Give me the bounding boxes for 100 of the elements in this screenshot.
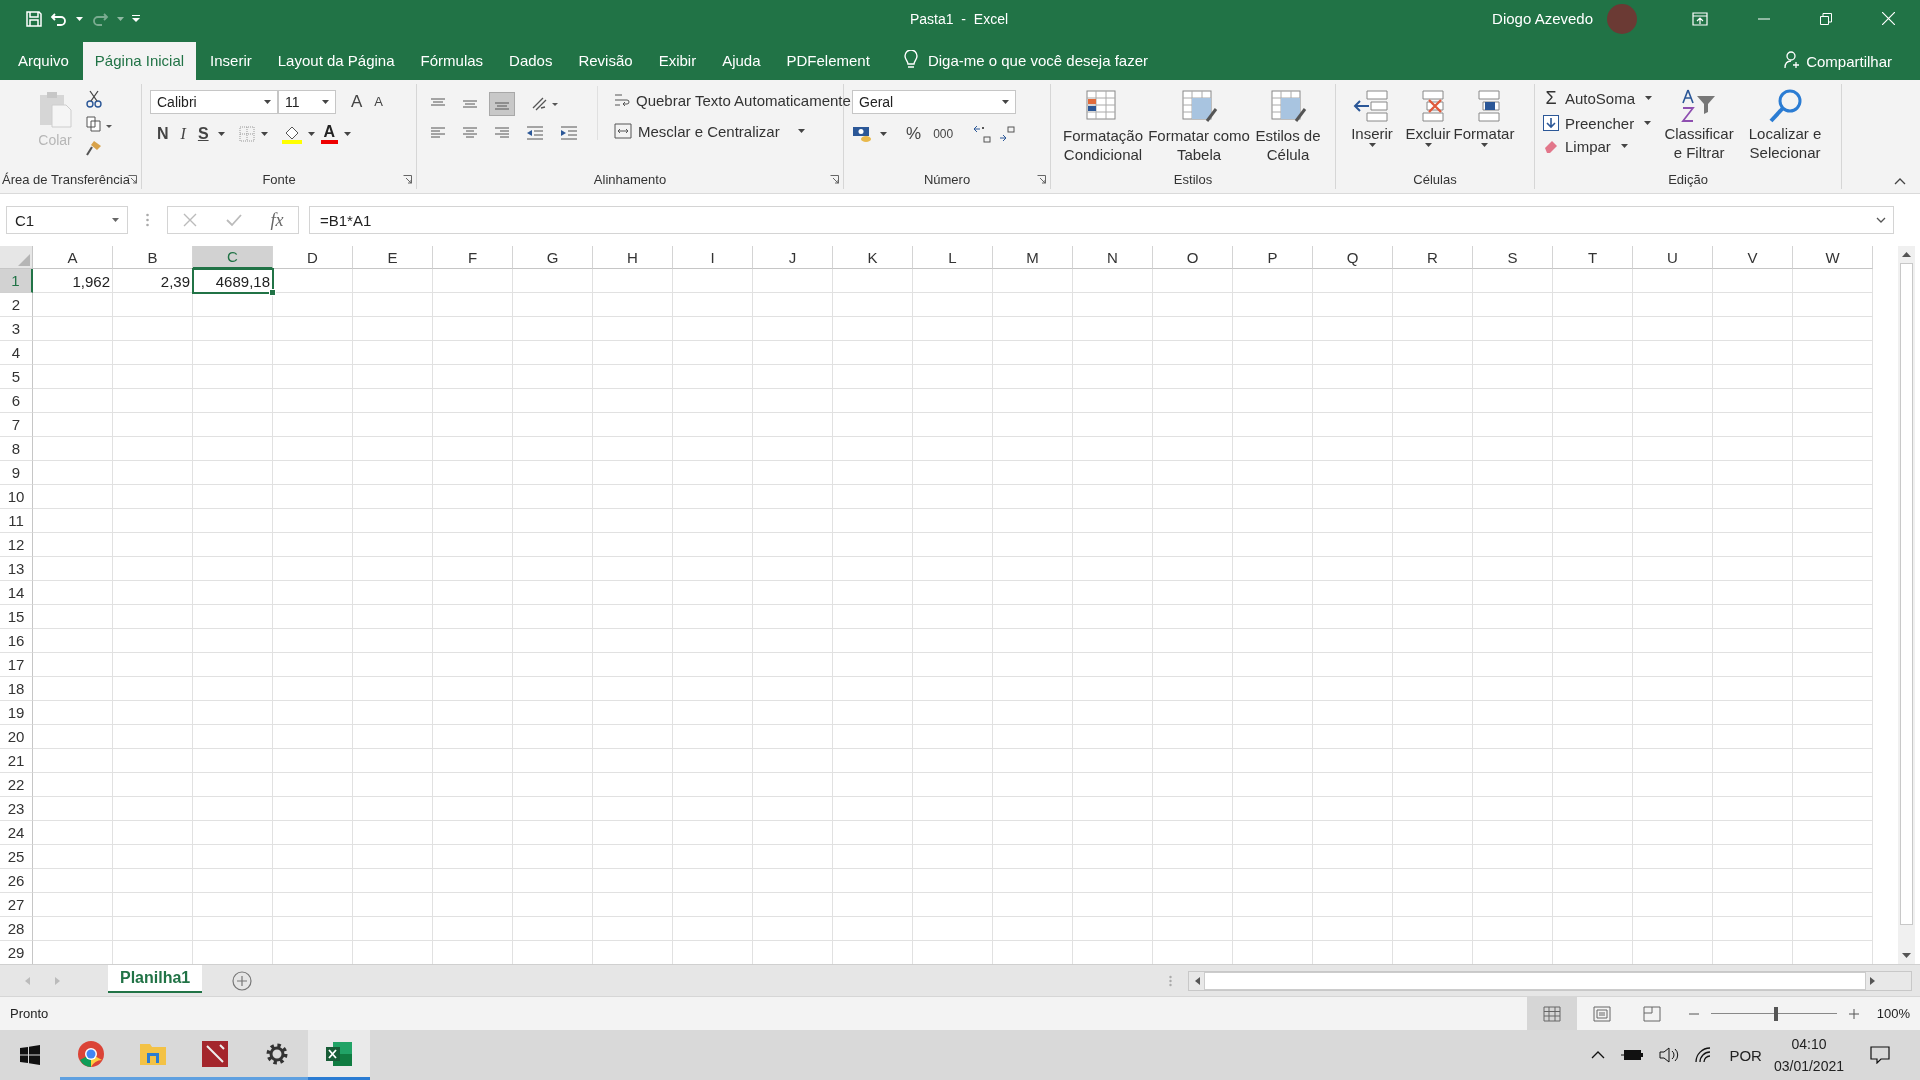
font-size-field[interactable]: 11	[278, 89, 336, 114]
add-sheet-icon[interactable]	[232, 970, 253, 991]
horizontal-scrollbar[interactable]	[1188, 970, 1912, 991]
dialog-launcher-icon[interactable]	[403, 175, 412, 185]
sort-filter-button[interactable]: Classificar e Filtrar	[1660, 85, 1739, 162]
column-header[interactable]: O	[1153, 246, 1233, 270]
styles-button[interactable]: Formatação Condicional	[1059, 85, 1147, 164]
caret-icon[interactable]	[76, 16, 83, 21]
grow-font-button[interactable]: A	[348, 91, 366, 112]
clock-date[interactable]: 03/01/2021	[1773, 1058, 1844, 1074]
column-header[interactable]: A	[33, 246, 113, 270]
caret-icon[interactable]	[112, 218, 119, 223]
caret-icon[interactable]	[344, 131, 352, 136]
minimize-icon[interactable]	[1758, 17, 1770, 20]
zoom-in-icon[interactable]	[1848, 1008, 1859, 1019]
zoom-slider[interactable]	[1710, 1005, 1837, 1022]
fill-handle[interactable]	[269, 289, 276, 297]
merge-center-button[interactable]: Mesclar e Centralizar	[614, 122, 851, 140]
ribbon-tab[interactable]: Arquivo	[6, 41, 81, 80]
thousands-button[interactable]: 000	[930, 126, 957, 141]
check-icon[interactable]	[225, 213, 242, 228]
ribbon-tab[interactable]: Página Inicial	[82, 41, 197, 80]
autosum-button[interactable]: Σ AutoSoma	[1543, 87, 1653, 109]
column-header[interactable]: E	[353, 246, 433, 270]
font-color-button[interactable]: A	[320, 123, 339, 144]
underline-button[interactable]: S	[194, 124, 212, 143]
scroll-down-icon[interactable]	[1902, 953, 1911, 959]
ribbon-tab[interactable]: Layout da Página	[265, 41, 407, 80]
slider-thumb[interactable]	[1774, 1006, 1779, 1021]
restore-icon[interactable]	[1820, 12, 1832, 25]
vertical-align-button[interactable]	[489, 91, 515, 116]
taskbar-app[interactable]	[308, 1030, 370, 1080]
caret-icon[interactable]	[1002, 99, 1009, 104]
column-header[interactable]: V	[1713, 246, 1793, 270]
ribbon-tab[interactable]: PDFelement	[774, 41, 882, 80]
scroll-thumb[interactable]	[1900, 263, 1913, 926]
scroll-right-icon[interactable]	[1870, 976, 1875, 985]
format-painter-icon[interactable]	[86, 139, 102, 156]
caret-icon[interactable]	[217, 131, 225, 136]
view-button[interactable]	[1526, 997, 1577, 1030]
shrink-font-button[interactable]: A	[371, 94, 386, 110]
expand-icon[interactable]	[1876, 217, 1886, 224]
speaker-icon[interactable]	[1659, 1047, 1680, 1063]
caret-icon[interactable]	[322, 99, 329, 104]
ribbon-tab[interactable]: Revisão	[566, 41, 645, 80]
font-family-field[interactable]: Calibri	[150, 89, 278, 114]
drag-handle-icon[interactable]	[146, 213, 149, 228]
caret-icon[interactable]	[264, 99, 271, 104]
scroll-thumb[interactable]	[1204, 971, 1866, 990]
column-header[interactable]: F	[433, 246, 513, 270]
chevron-up-icon[interactable]	[1591, 1051, 1606, 1059]
zoom-level[interactable]: 100%	[1876, 1006, 1910, 1021]
increase-indent-icon[interactable]	[560, 125, 578, 140]
cells-button[interactable]: Inserir	[1344, 85, 1400, 147]
tell-me-field[interactable]: Diga-me o que você deseja fazer	[927, 51, 1148, 69]
column-header[interactable]: I	[673, 246, 753, 270]
find-select-button[interactable]: Localizar e Selecionar	[1746, 85, 1825, 162]
drag-handle-icon[interactable]	[1169, 974, 1172, 987]
insert-function-button[interactable]: fx	[270, 209, 284, 231]
undo-icon[interactable]	[50, 10, 68, 27]
language-indicator[interactable]: POR	[1729, 1046, 1762, 1064]
row-header[interactable]: 1	[0, 269, 33, 294]
column-header[interactable]: U	[1633, 246, 1713, 270]
percent-button[interactable]: %	[903, 123, 925, 144]
copy-icon[interactable]	[86, 115, 112, 132]
column-header[interactable]: J	[753, 246, 833, 270]
fill-button[interactable]: Preencher	[1543, 114, 1653, 132]
dialog-launcher-icon[interactable]	[128, 175, 137, 185]
column-header[interactable]: K	[833, 246, 913, 270]
column-header[interactable]: N	[1073, 246, 1153, 270]
column-header[interactable]: M	[993, 246, 1073, 270]
scroll-up-icon[interactable]	[1902, 252, 1911, 258]
sheet-tab[interactable]: Planilha1	[108, 965, 203, 994]
scissors-icon[interactable]	[86, 89, 102, 108]
currency-icon[interactable]	[852, 124, 874, 143]
number-format-field[interactable]: Geral	[852, 89, 1016, 114]
column-header[interactable]: D	[273, 246, 353, 270]
decrease-indent-icon[interactable]	[526, 125, 544, 140]
user-name[interactable]: Diogo Azevedo	[1492, 10, 1593, 28]
windows-start-icon[interactable]	[20, 1045, 40, 1065]
close-icon[interactable]	[1882, 12, 1895, 26]
ribbon-tab[interactable]: Dados	[497, 41, 565, 80]
ribbon-tab[interactable]: Ajuda	[710, 41, 773, 80]
italic-button[interactable]: I	[177, 124, 189, 143]
column-header[interactable]: H	[593, 246, 673, 270]
collapse-ribbon-icon[interactable]	[1894, 178, 1906, 186]
clear-button[interactable]: Limpar	[1543, 137, 1653, 155]
formula-field[interactable]: =B1*A1	[309, 206, 1894, 235]
dialog-launcher-icon[interactable]	[830, 175, 839, 185]
styles-button[interactable]: Formatar como Tabela	[1147, 85, 1251, 164]
battery-icon[interactable]	[1621, 1049, 1644, 1061]
column-header[interactable]: B	[113, 246, 193, 270]
column-header[interactable]: P	[1233, 246, 1313, 270]
scroll-left-icon[interactable]	[1195, 976, 1200, 985]
caret-icon[interactable]	[307, 131, 315, 136]
column-header[interactable]: W	[1793, 246, 1873, 270]
caret-icon[interactable]	[260, 131, 268, 136]
wrap-text-button[interactable]: Quebrar Texto Automaticamente	[614, 91, 851, 109]
name-box[interactable]: C1	[6, 206, 128, 235]
ribbon-tab[interactable]: Inserir	[198, 41, 264, 80]
